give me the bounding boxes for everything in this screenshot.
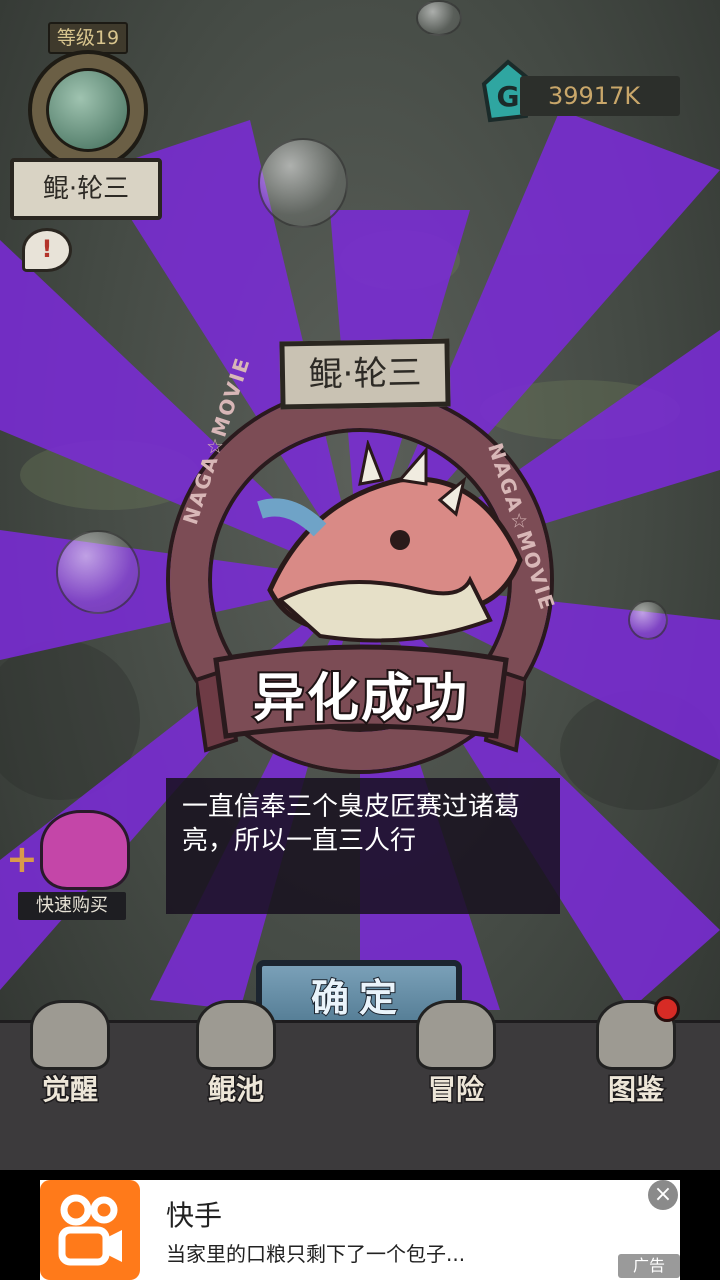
nav-label: 冒险 [426, 1072, 485, 1108]
ad-tag: 广告 [618, 1254, 680, 1278]
shark-avatar-icon [46, 68, 130, 152]
fish-bubble[interactable] [416, 0, 462, 36]
skull-sunglasses-icon [416, 1000, 496, 1070]
nav-fish-pool[interactable]: 鲲池 [176, 1000, 296, 1120]
ad-banner[interactable]: 快手 当家里的口粮只剩下了一个包子... × [40, 1180, 680, 1280]
ad-title: 快手 [166, 1199, 223, 1232]
close-icon[interactable]: × [648, 1180, 678, 1210]
player-avatar[interactable] [28, 50, 148, 170]
nav-label: 觉醒 [40, 1072, 99, 1108]
notification-dot [654, 996, 680, 1022]
kuaishou-logo-icon [40, 1180, 140, 1280]
nav-handbook[interactable]: 图鉴 [576, 1000, 696, 1120]
svg-text:G: G [497, 80, 520, 113]
shark-fish-icon [257, 440, 523, 643]
ad-text: 当家里的口粮只剩下了一个包子... [166, 1242, 466, 1266]
success-title: 异化成功 [251, 667, 469, 731]
fish-name-plate: 鲲·轮三 [279, 338, 451, 410]
fish-bubble[interactable] [56, 530, 140, 614]
player-name-plate: 鲲·轮三 [10, 158, 162, 220]
nav-label: 图鉴 [606, 1072, 665, 1108]
chat-bubble-icon[interactable]: ! [22, 228, 72, 272]
plus-icon[interactable]: + [6, 840, 38, 878]
fish-bubble[interactable] [628, 600, 668, 640]
awaken-statue-icon [30, 1000, 110, 1070]
quick-buy-button[interactable]: 快速购买 [18, 892, 126, 920]
nav-awaken[interactable]: 觉醒 [10, 1000, 130, 1120]
nav-adventure[interactable]: 冒险 [396, 1000, 516, 1120]
nav-label: 鲲池 [206, 1072, 265, 1108]
quick-buy-monster-icon[interactable] [40, 810, 130, 890]
fish-bubble[interactable] [258, 138, 348, 228]
fish-bowl-icon [196, 1000, 276, 1070]
currency-amount: 39917K [520, 76, 680, 116]
fish-description: 一直信奉三个臭皮匠赛过诸葛亮，所以一直三人行 [166, 778, 560, 914]
